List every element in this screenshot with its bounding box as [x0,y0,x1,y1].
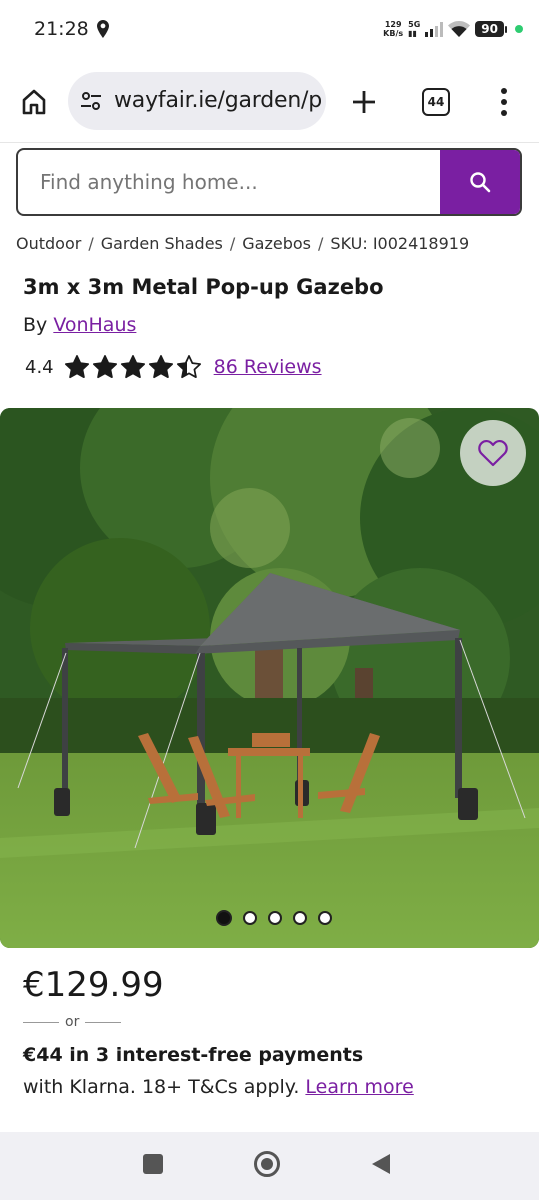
network-type: 5G ▮▮ [408,20,421,38]
location-icon [97,20,109,38]
carousel-dot[interactable] [293,911,307,925]
tab-switcher-button[interactable]: 44 [422,88,450,116]
carousel-dot[interactable] [216,910,232,926]
tune-icon[interactable] [80,91,102,111]
installment-text: €44 in 3 interest-free payments [23,1044,364,1066]
product-image[interactable] [0,408,539,948]
star-rating [64,354,202,380]
privacy-dot [515,25,523,33]
battery-indicator: 90 [475,21,507,37]
breadcrumb: Outdoor / Garden Shades / Gazebos / SKU: I0024… [16,234,470,253]
heart-icon [478,439,508,467]
address-bar[interactable]: wayfair.ie/garden/p [68,72,326,130]
klarna-text: with Klarna. 18+ T&Cs apply. Learn more [23,1076,414,1098]
plus-icon[interactable] [350,88,378,116]
home-icon[interactable] [20,88,48,116]
network-speed: 129 KB/s [383,20,404,38]
search-input[interactable] [40,170,430,194]
learn-more-link[interactable]: Learn more [305,1076,413,1098]
favorite-button[interactable] [460,420,526,486]
carousel-dot[interactable] [268,911,282,925]
url-text[interactable]: wayfair.ie/garden/p [114,88,322,113]
price: €129.99 [23,965,164,1005]
site-search [16,148,522,216]
carousel-dot[interactable] [243,911,257,925]
search-button[interactable] [440,150,520,214]
home-nav-icon[interactable] [253,1150,281,1178]
browser-toolbar: wayfair.ie/garden/p 44 [0,62,539,143]
rating-row: 4.4 86 Reviews [25,354,322,380]
signal-icon [425,21,444,37]
brand-line: By VonHaus [23,314,137,336]
breadcrumb-item[interactable]: Outdoor [16,234,81,253]
sku-label: SKU: I002418919 [330,234,470,253]
carousel-dot[interactable] [318,911,332,925]
rating-value: 4.4 [25,356,54,378]
status-time: 21:28 [34,18,89,40]
star-icon [148,355,173,379]
brand-link[interactable]: VonHaus [53,314,136,336]
image-carousel-dots [216,910,332,926]
or-divider: or [23,1014,122,1030]
star-icon [64,355,89,379]
star-icon [92,355,117,379]
star-icon [120,355,145,379]
star-icon [176,355,201,379]
wifi-icon [448,21,471,37]
reviews-link[interactable]: 86 Reviews [214,356,322,378]
breadcrumb-item[interactable]: Gazebos [242,234,311,253]
back-icon[interactable] [370,1152,392,1176]
status-bar: 21:28 129 KB/s 5G ▮▮ 90 [0,0,539,62]
search-icon [470,172,491,193]
system-nav-bar [0,1132,539,1200]
recents-button[interactable] [143,1154,163,1174]
status-icons: 129 KB/s 5G ▮▮ 90 [383,14,523,44]
product-title: 3m x 3m Metal Pop-up Gazebo [23,275,384,299]
more-vert-icon[interactable] [496,86,512,118]
breadcrumb-item[interactable]: Garden Shades [101,234,223,253]
